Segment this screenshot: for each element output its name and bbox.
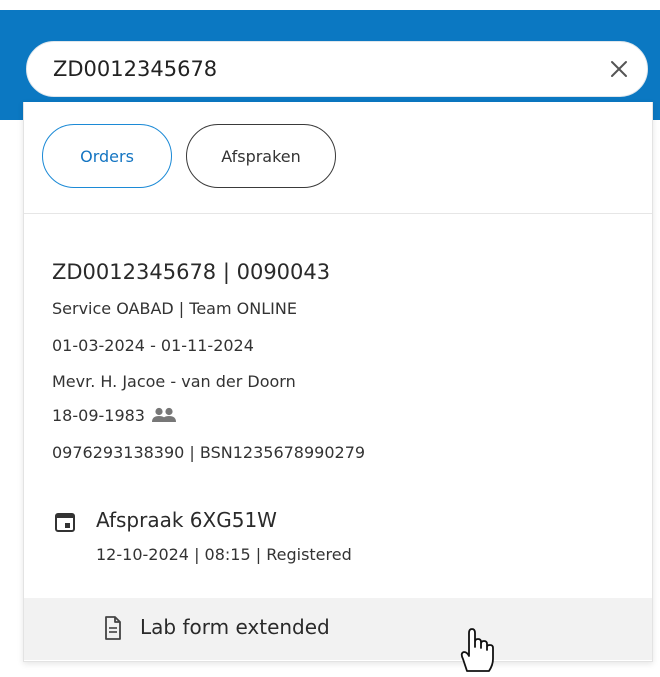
result-birthdate-line: 18-09-1983 — [52, 406, 177, 427]
calendar-icon — [54, 511, 76, 537]
result-patient-name: Mevr. H. Jacoe - van der Doorn — [52, 372, 296, 391]
result-service-line: Service OABAD | Team ONLINE — [52, 299, 297, 318]
lab-form-item[interactable]: Lab form extended — [24, 598, 652, 660]
result-id-line: ZD0012345678 | 0090043 — [52, 260, 331, 284]
result-period: 01-03-2024 - 01-11-2024 — [52, 336, 254, 355]
search-bar[interactable] — [26, 41, 648, 97]
search-input[interactable] — [53, 42, 593, 96]
search-results-panel: Orders Afspraken ZD0012345678 | 0090043 … — [23, 102, 653, 662]
lab-form-label: Lab form extended — [140, 615, 330, 639]
document-icon — [104, 616, 122, 644]
filter-tabs: Orders Afspraken — [24, 102, 652, 214]
close-icon[interactable] — [605, 55, 633, 83]
tab-orders[interactable]: Orders — [42, 124, 172, 188]
people-icon — [151, 407, 177, 427]
result-ids: 0976293138390 | BSN1235678990279 — [52, 443, 366, 462]
tab-afspraken[interactable]: Afspraken — [186, 124, 336, 188]
appointment-subtitle: 12-10-2024 | 08:15 | Registered — [96, 545, 352, 564]
appointment-title: Afspraak 6XG51W — [96, 508, 277, 532]
hand-pointer-cursor — [455, 625, 497, 677]
result-birthdate: 18-09-1983 — [52, 406, 145, 425]
